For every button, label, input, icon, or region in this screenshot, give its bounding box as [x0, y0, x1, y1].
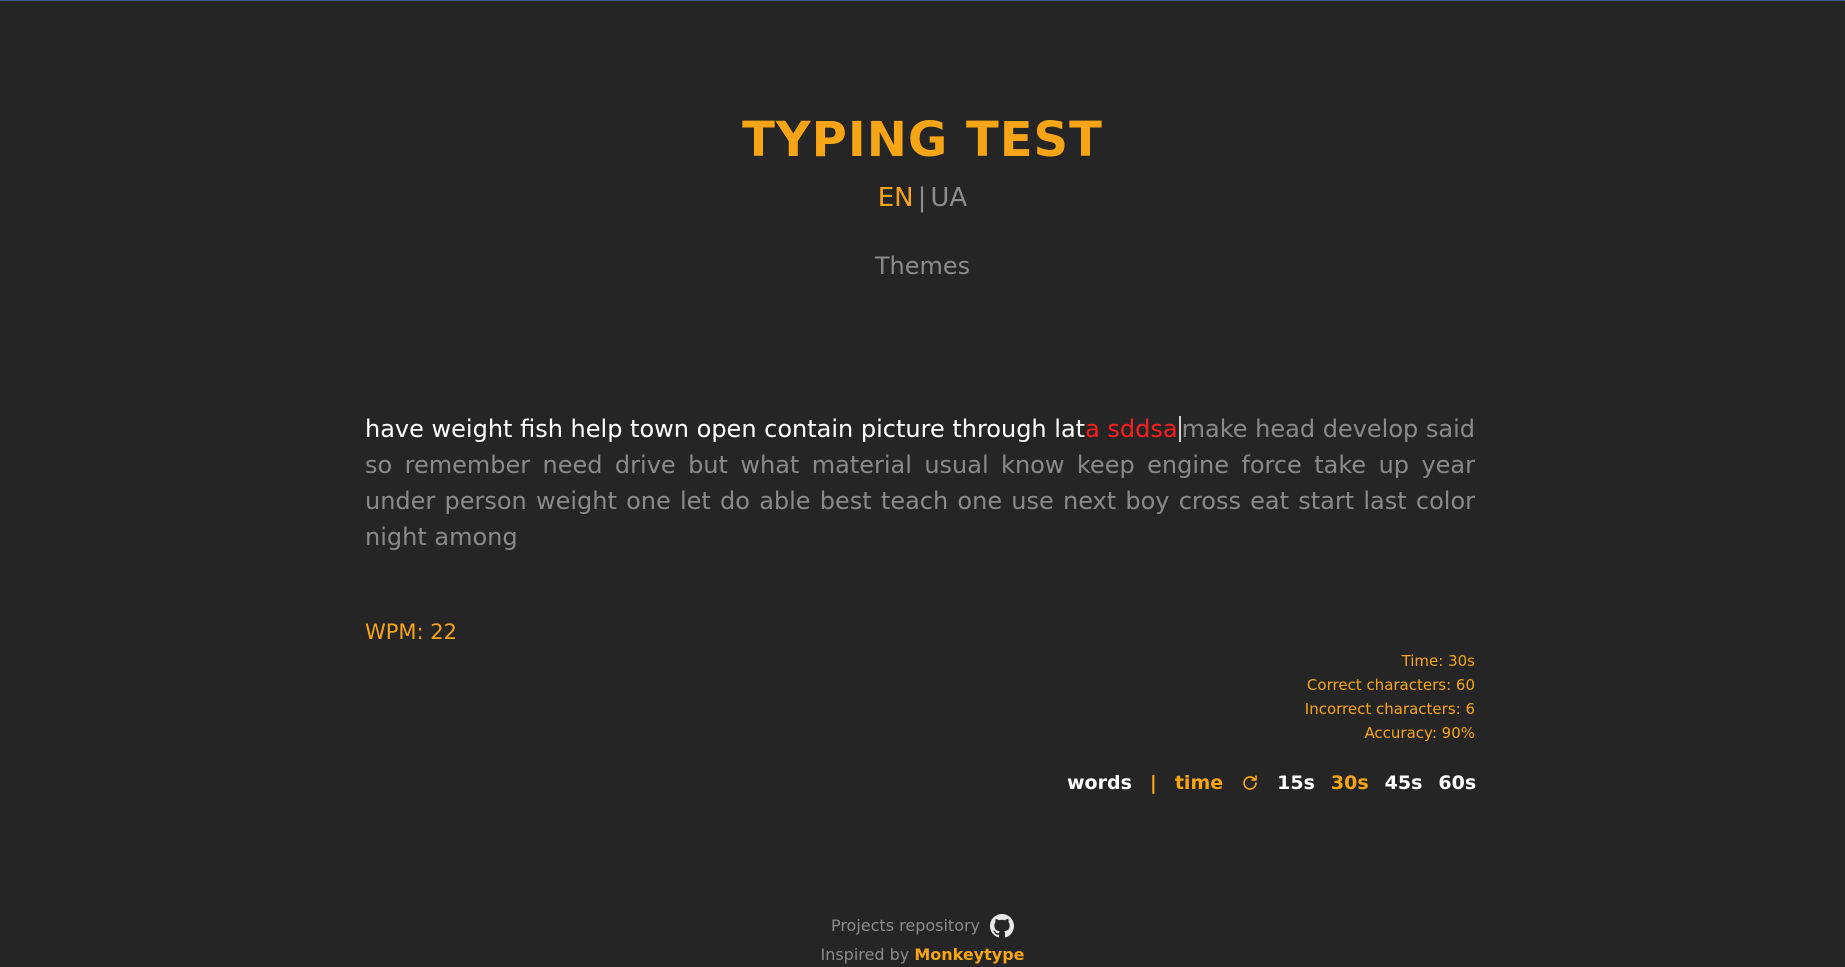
- duration-15s-button[interactable]: 15s: [1277, 769, 1315, 797]
- footer-credit: Inspired by Monkeytype: [0, 943, 1845, 967]
- wpm-counter: WPM: 22: [365, 620, 458, 644]
- language-ua[interactable]: UA: [930, 183, 967, 213]
- typed-incorrect-text: a sddsa: [1085, 415, 1178, 443]
- duration-45s-button[interactable]: 45s: [1385, 769, 1423, 797]
- credit-prefix: Inspired by: [820, 945, 910, 964]
- mode-toolbar: words | time 15s 30s 45s 60s: [1067, 769, 1492, 797]
- mode-words-button[interactable]: words: [1067, 769, 1132, 797]
- duration-30s-button[interactable]: 30s: [1331, 769, 1369, 797]
- language-switcher: EN | UA: [0, 181, 1845, 215]
- themes-button[interactable]: Themes: [875, 252, 970, 280]
- stat-correct-characters: Correct characters: 60: [1306, 676, 1475, 694]
- reload-icon[interactable]: [1241, 774, 1259, 792]
- remaining-text-rest: remember need drive but what material us…: [365, 451, 1475, 551]
- language-en[interactable]: EN: [878, 183, 914, 213]
- stat-time: Time: 30s: [1401, 652, 1475, 670]
- themes-section: Themes: [0, 251, 1845, 281]
- stat-incorrect-characters: Incorrect characters: 6: [1304, 700, 1475, 718]
- text-caret: [1178, 416, 1181, 442]
- repository-label: Projects repository: [830, 916, 981, 935]
- monkeytype-link[interactable]: Monkeytype: [914, 945, 1024, 964]
- typed-correct-text: have weight fish help town open contain …: [365, 415, 1086, 443]
- github-icon[interactable]: [990, 914, 1015, 938]
- duration-60s-button[interactable]: 60s: [1438, 769, 1476, 797]
- mode-separator: |: [1149, 772, 1157, 794]
- typing-text-area[interactable]: have weight fish help town open contain …: [365, 411, 1475, 555]
- footer-repository: Projects repository: [0, 913, 1845, 939]
- stat-accuracy: Accuracy: 90%: [1364, 724, 1475, 742]
- mode-time-button[interactable]: time: [1175, 769, 1223, 797]
- page-title: TYPING TEST: [742, 112, 1103, 168]
- language-separator: |: [917, 183, 927, 213]
- results-stats: Time: 30s Correct characters: 60 Incorre…: [1305, 649, 1475, 745]
